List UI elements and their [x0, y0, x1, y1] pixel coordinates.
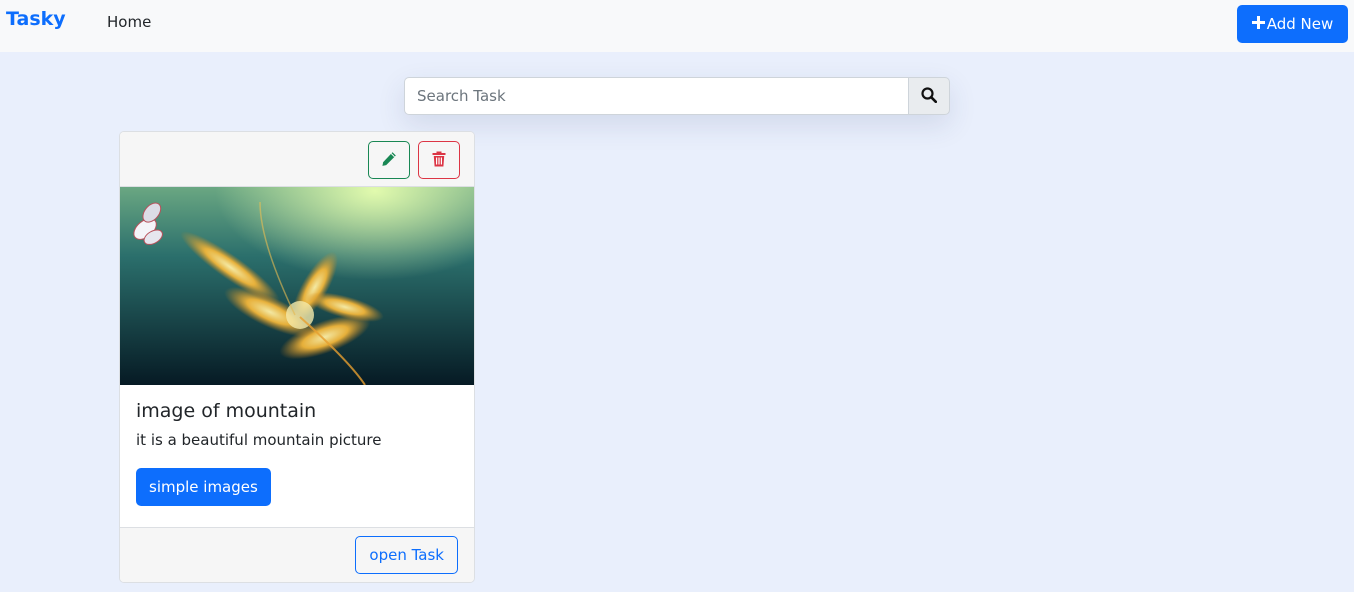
open-task-button[interactable]: open Task [355, 536, 458, 574]
brand-logo[interactable]: Tasky [6, 8, 66, 30]
add-new-label: Add New [1266, 15, 1334, 33]
search-icon [921, 86, 938, 106]
plus-icon [1251, 15, 1265, 33]
search-input[interactable] [404, 77, 908, 115]
task-tag-badge[interactable]: simple images [136, 468, 271, 506]
task-card-body: image of mountain it is a beautiful moun… [120, 385, 474, 527]
task-description: it is a beautiful mountain picture [136, 431, 382, 449]
task-card-header [120, 132, 474, 187]
delete-task-button[interactable] [418, 141, 460, 179]
add-new-button[interactable]: Add New [1237, 5, 1348, 43]
task-title: image of mountain [136, 400, 317, 422]
trash-icon [432, 151, 446, 170]
pencil-icon [381, 151, 397, 170]
task-card: image of mountain it is a beautiful moun… [119, 131, 475, 583]
task-card-footer: open Task [120, 527, 474, 582]
task-image [120, 187, 474, 385]
search-button[interactable] [908, 77, 950, 115]
nav-link-home[interactable]: Home [107, 13, 151, 31]
search-bar [404, 77, 950, 115]
edit-task-button[interactable] [368, 141, 410, 179]
navbar: Tasky Home Add New [0, 0, 1354, 52]
